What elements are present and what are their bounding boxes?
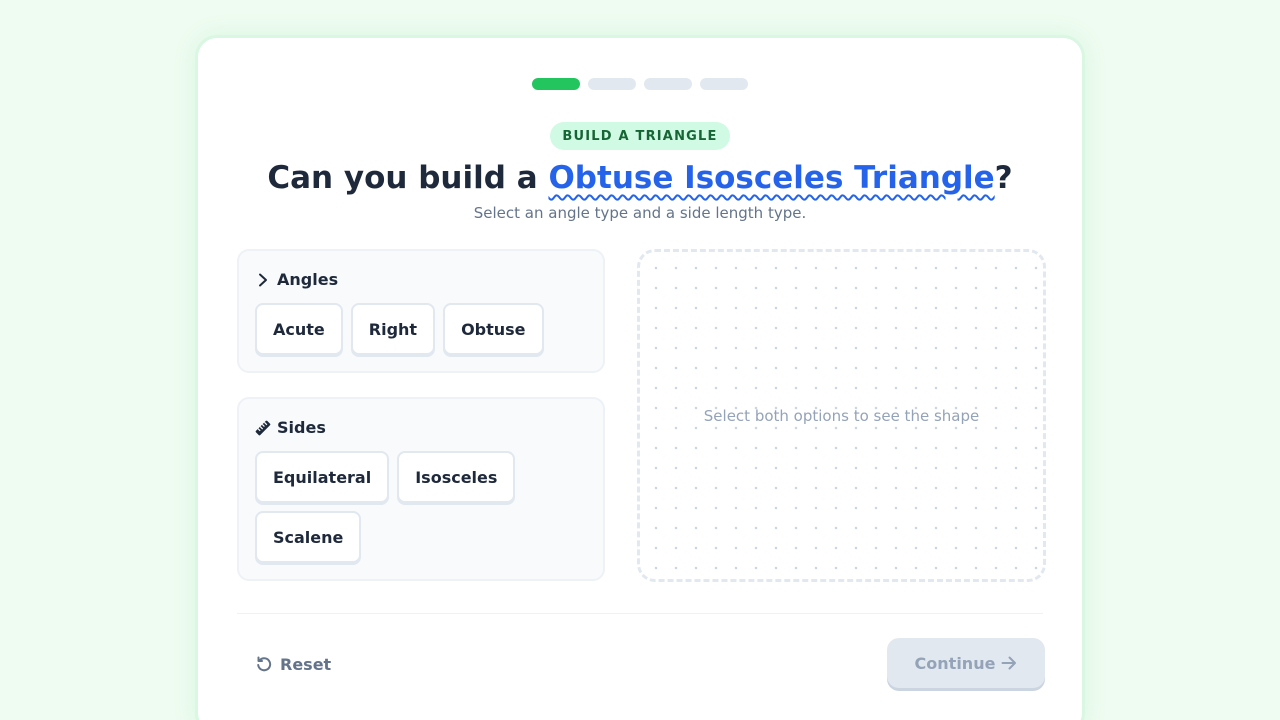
chevron-right-icon [255, 272, 271, 288]
angle-option-acute[interactable]: Acute [255, 303, 343, 355]
question-prefix: Can you build a [267, 160, 549, 196]
sides-panel: Sides Equilateral Isosceles Scalene [237, 397, 605, 581]
angles-panel: Angles Acute Right Obtuse [237, 249, 605, 373]
angle-option-obtuse[interactable]: Obtuse [443, 303, 544, 355]
angle-option-right[interactable]: Right [350, 303, 436, 355]
side-option-scalene[interactable]: Scalene [255, 511, 362, 563]
progress-steps [198, 78, 1082, 90]
sides-header: Sides [255, 418, 326, 437]
quiz-card: BUILD A TRIANGLE Can you build a Obtuse … [195, 35, 1085, 720]
activity-badge: BUILD A TRIANGLE [550, 122, 730, 150]
side-option-isosceles[interactable]: Isosceles [397, 451, 516, 503]
continue-button[interactable]: Continue [887, 638, 1045, 688]
continue-label: Continue [914, 653, 996, 673]
sides-label: Sides [277, 418, 326, 437]
question-suffix: ? [994, 160, 1013, 196]
reset-button[interactable]: Reset [256, 652, 331, 676]
footer-divider [237, 613, 1043, 614]
angles-label: Angles [277, 270, 339, 289]
progress-step-1 [532, 78, 580, 90]
reset-label: Reset [280, 654, 332, 674]
question-subtitle: Select an angle type and a side length t… [473, 204, 807, 222]
angles-header: Angles [255, 270, 338, 289]
progress-step-2 [588, 78, 636, 90]
arrow-right-icon [1001, 656, 1017, 670]
progress-step-3 [644, 78, 692, 90]
question-target: Obtuse Isosceles Triangle [548, 160, 995, 196]
question-title: Can you build a Obtuse Isosceles Triangl… [198, 157, 1082, 199]
angle-options: Acute Right Obtuse [255, 303, 587, 355]
side-option-equilateral[interactable]: Equilateral [255, 451, 390, 503]
ruler-icon [255, 420, 271, 436]
undo-icon [256, 656, 272, 672]
progress-step-4 [700, 78, 748, 90]
preview-placeholder: Select both options to see the shape [703, 406, 980, 425]
side-options: Equilateral Isosceles Scalene [255, 451, 587, 563]
shape-preview: Select both options to see the shape [637, 249, 1046, 582]
